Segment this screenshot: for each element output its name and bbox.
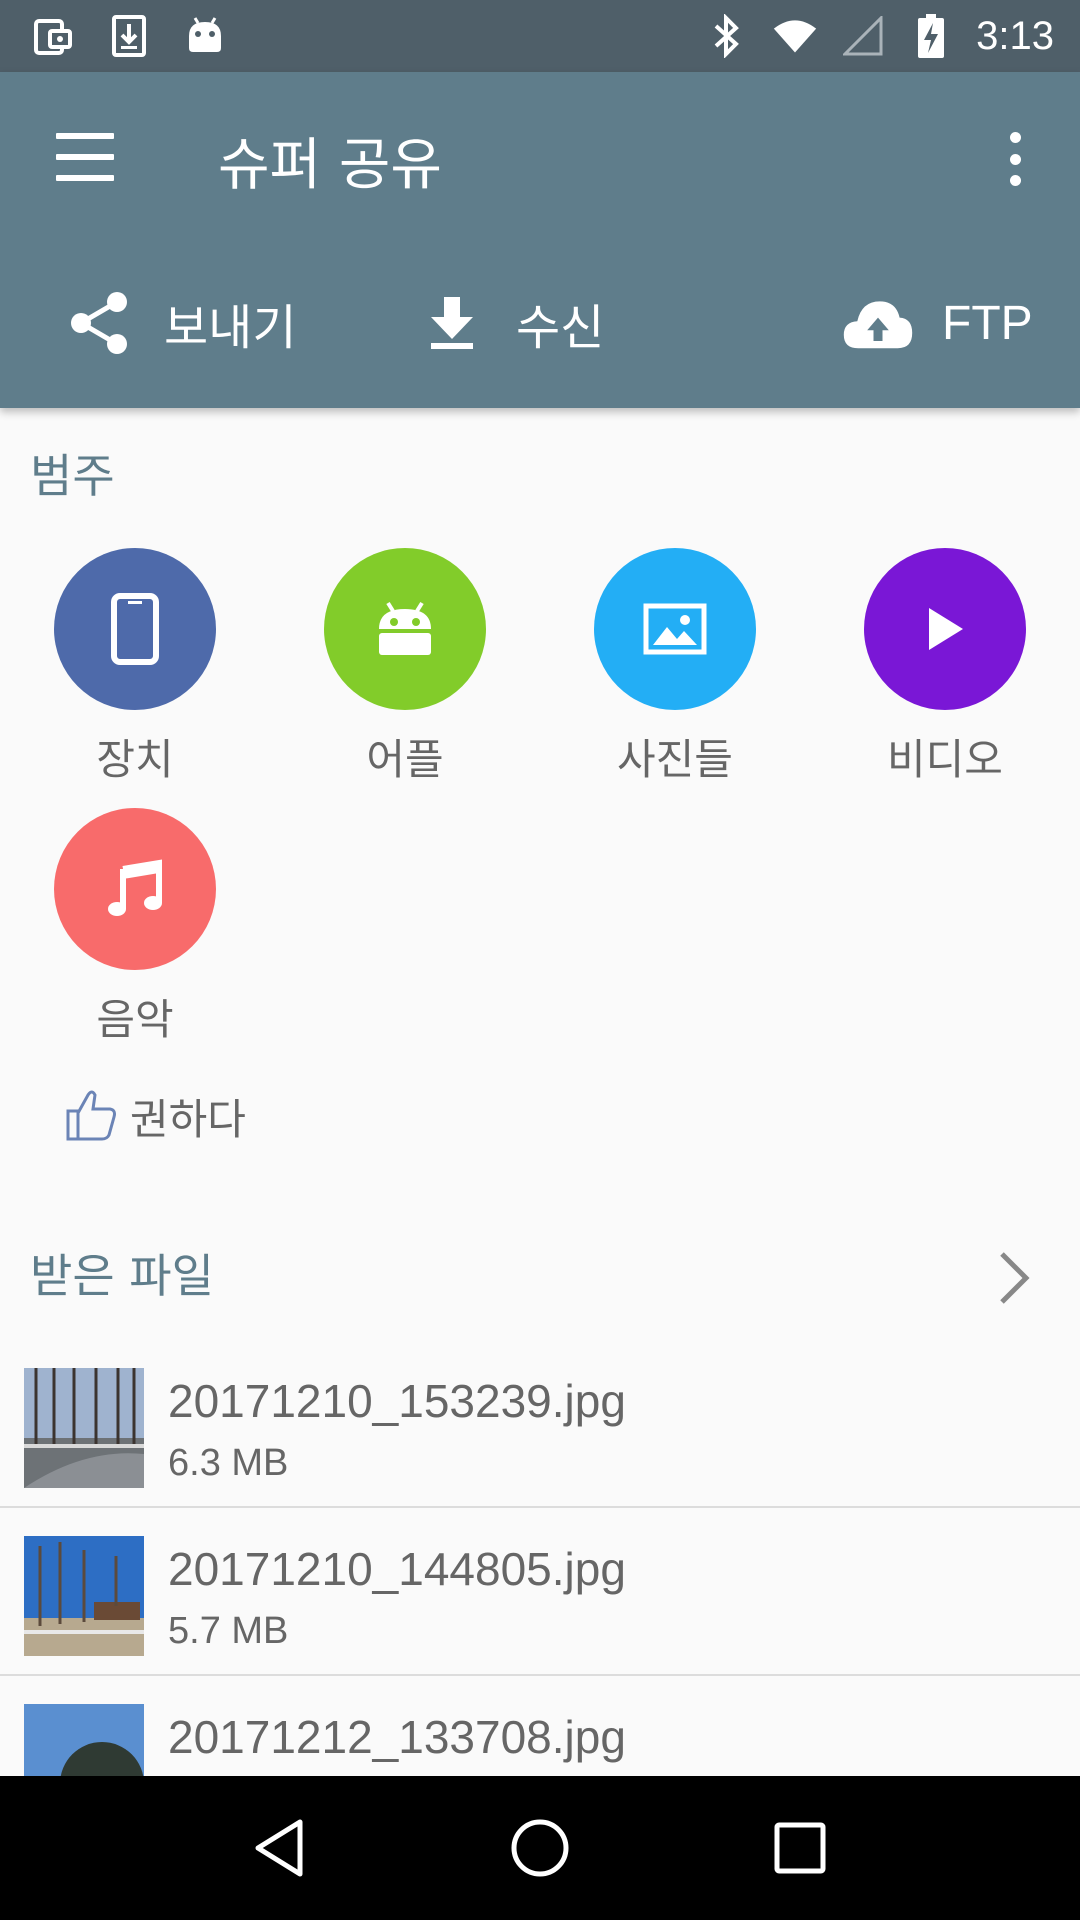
back-button[interactable] (235, 1803, 325, 1893)
category-label: 어플 (366, 735, 444, 784)
receive-button[interactable]: 수신 (416, 278, 604, 368)
category-label: 음악 (96, 995, 174, 1044)
file-name: 20171210_144805.jpg (168, 1543, 626, 1595)
category-video[interactable]: 비디오 (845, 548, 1045, 787)
back-icon (255, 1819, 303, 1877)
category-label: 비디오 (887, 735, 1003, 784)
recents-icon (774, 1822, 826, 1874)
home-icon (511, 1819, 569, 1877)
phone-icon (54, 548, 216, 710)
file-row[interactable]: 20171210_153239.jpg 6.3 MB (0, 1340, 1080, 1508)
app-bar: 슈퍼 공유 보내기 수신 FTP (0, 72, 1080, 408)
android-icon (324, 548, 486, 710)
play-icon (864, 548, 1026, 710)
file-thumbnail (24, 1536, 144, 1656)
toolbar: 슈퍼 공유 (0, 72, 1080, 240)
category-music[interactable]: 음악 (35, 808, 235, 1047)
music-note-icon (54, 808, 216, 970)
hamburger-icon (56, 133, 114, 139)
hamburger-line (56, 154, 114, 160)
file-name: 20171210_153239.jpg (168, 1375, 626, 1427)
home-button[interactable] (495, 1803, 585, 1893)
received-files-title: 받은 파일 (30, 1249, 214, 1303)
file-size: 6.3 MB (168, 1442, 289, 1484)
more-dot (1009, 175, 1021, 186)
category-photos[interactable]: 사진들 (575, 548, 775, 787)
clock: 3:13 (976, 13, 1054, 58)
battery-charging-icon (908, 13, 954, 59)
send-button[interactable]: 보내기 (64, 278, 296, 368)
recommend-button[interactable]: 권하다 (64, 1086, 246, 1147)
bluetooth-icon (704, 13, 750, 59)
app-title: 슈퍼 공유 (218, 133, 442, 198)
thumbs-up-icon (64, 1087, 120, 1147)
category-device[interactable]: 장치 (35, 548, 235, 787)
hamburger-line (56, 175, 114, 181)
image-icon (594, 548, 756, 710)
more-options-button[interactable] (990, 124, 1040, 194)
recents-button[interactable] (755, 1803, 845, 1893)
action-row: 보내기 수신 FTP (0, 240, 1080, 408)
more-vert-icon (1009, 132, 1021, 143)
ftp-label: FTP (942, 296, 1033, 350)
share-icon (64, 287, 136, 359)
wifi-icon (772, 13, 818, 59)
menu-button[interactable] (50, 127, 120, 187)
category-title: 범주 (30, 449, 115, 503)
status-bar: 3:13 (0, 0, 1080, 72)
file-thumbnail (24, 1368, 144, 1488)
status-left-icons (30, 13, 228, 59)
category-apps[interactable]: 어플 (305, 548, 505, 787)
file-name: 20171212_133708.jpg (168, 1711, 626, 1763)
chevron-right-icon[interactable] (990, 1248, 1040, 1308)
ftp-button[interactable]: FTP (842, 278, 1033, 368)
more-dot (1009, 153, 1021, 165)
cloud-upload-icon (842, 287, 914, 359)
screenshot-icon (30, 13, 76, 59)
recommend-label: 권하다 (130, 1095, 246, 1144)
category-label: 사진들 (617, 735, 733, 784)
navigation-bar (0, 1776, 1080, 1920)
download-icon (106, 13, 152, 59)
received-files-header[interactable]: 받은 파일 (0, 1230, 1080, 1320)
category-label: 장치 (96, 735, 174, 784)
send-label: 보내기 (164, 300, 297, 356)
signal-icon (840, 13, 886, 59)
receive-label: 수신 (516, 300, 605, 356)
android-icon (182, 13, 228, 59)
download-icon (416, 287, 488, 359)
file-row[interactable]: 20171210_144805.jpg 5.7 MB (0, 1508, 1080, 1676)
file-size: 5.7 MB (168, 1610, 289, 1652)
status-right-icons: 3:13 (704, 13, 1054, 59)
